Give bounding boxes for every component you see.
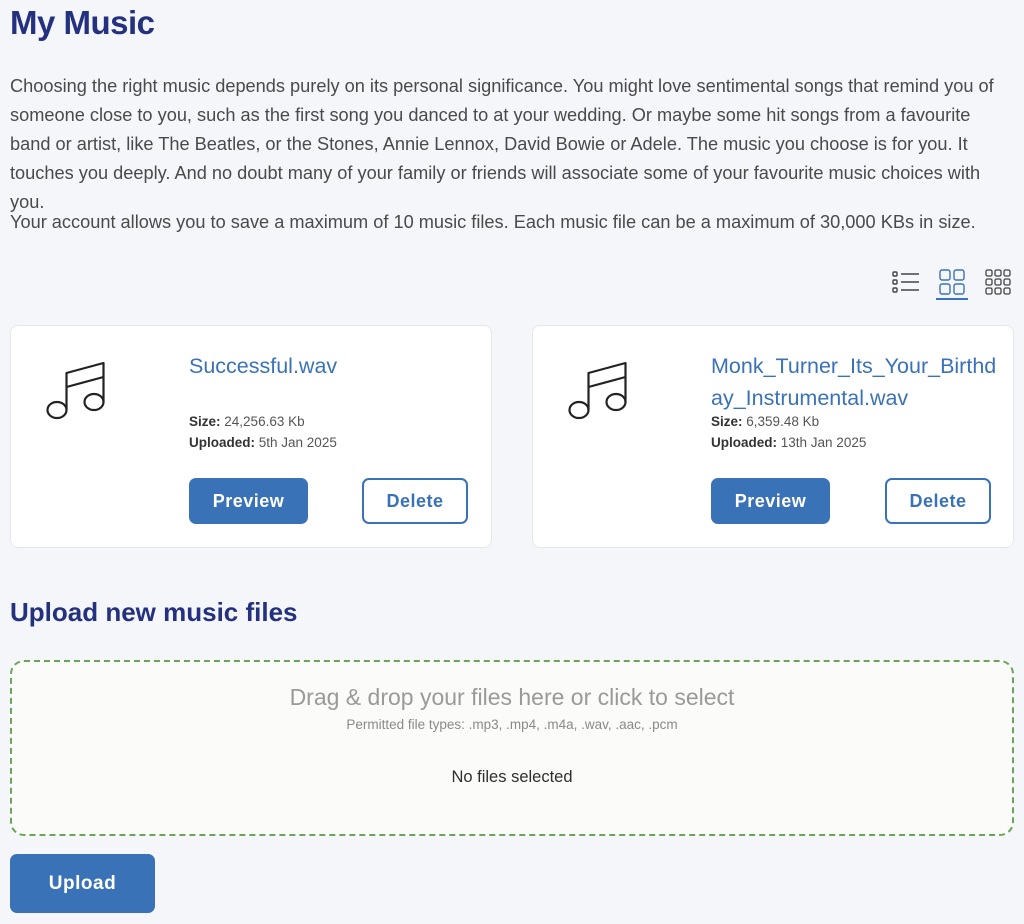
music-file-card: Successful.wav Size: 24,256.63 Kb Upload…: [10, 325, 492, 548]
dropzone-instructions: Drag & drop your files here or click to …: [289, 684, 735, 710]
intro-paragraph: Choosing the right music depends purely …: [10, 76, 994, 212]
file-uploaded-date: Uploaded: 13th Jan 2025: [711, 435, 867, 450]
permitted-file-types: Permitted file types: .mp3, .mp4, .m4a, …: [346, 717, 678, 732]
music-file-card: Monk_Turner_Its_Your_Birthday_Instrument…: [532, 325, 1014, 548]
list-view-icon: [892, 271, 919, 293]
selected-files-status: No files selected: [451, 768, 573, 786]
file-size: Size: 6,359.48 Kb: [711, 414, 820, 429]
page-title: My Music: [10, 4, 155, 41]
account-limits-text: Your account allows you to save a maximu…: [10, 212, 976, 232]
file-size: Size: 24,256.63 Kb: [189, 414, 305, 429]
compact-grid-view-button[interactable]: [982, 266, 1014, 300]
music-note-icon: [568, 361, 627, 420]
upload-section-title: Upload new music files: [10, 597, 298, 627]
grid-view-icon: [939, 269, 965, 295]
preview-button[interactable]: Preview: [711, 478, 830, 524]
view-toggle: [890, 266, 1014, 300]
delete-button[interactable]: Delete: [885, 478, 991, 524]
grid-view-button[interactable]: [936, 266, 968, 300]
file-uploaded-date: Uploaded: 5th Jan 2025: [189, 435, 337, 450]
preview-button[interactable]: Preview: [189, 478, 308, 524]
delete-button[interactable]: Delete: [362, 478, 468, 524]
file-dropzone[interactable]: Drag & drop your files here or click to …: [10, 660, 1014, 836]
list-view-button[interactable]: [890, 266, 922, 300]
music-note-icon: [46, 361, 105, 420]
file-name-link[interactable]: Monk_Turner_Its_Your_Birthday_Instrument…: [711, 350, 1001, 414]
upload-button[interactable]: Upload: [10, 854, 155, 913]
file-name-link[interactable]: Successful.wav: [189, 350, 479, 382]
compact-grid-view-icon: [985, 269, 1011, 295]
